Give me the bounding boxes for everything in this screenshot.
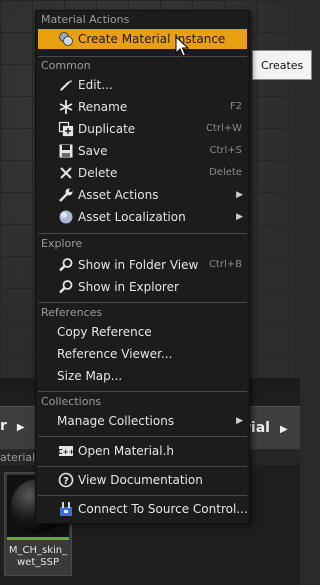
- filter-label: aterial: [0, 451, 36, 464]
- tooltip-text: Creates: [261, 59, 304, 72]
- menu-item-manage-collections[interactable]: Manage Collections ▶: [38, 411, 247, 431]
- menu-item-reference-viewer[interactable]: Reference Viewer...: [38, 344, 247, 364]
- menu-item-shortcut: Ctrl+W: [205, 123, 242, 134]
- menu-item-connect-to-source-control[interactable]: Connect To Source Control...: [38, 499, 248, 519]
- breadcrumb-segment-right[interactable]: rial ▶: [244, 420, 288, 436]
- section-header-material-actions: Material Actions: [41, 13, 130, 26]
- delete-icon: [58, 165, 74, 181]
- menu-separator: [38, 391, 247, 392]
- menu-item-label: Show in Explorer: [78, 280, 179, 294]
- menu-item-label: Asset Actions: [78, 188, 159, 202]
- save-icon: [58, 143, 74, 159]
- help-icon: ?: [58, 472, 74, 488]
- submenu-arrow-icon: ▶: [236, 212, 243, 222]
- cpp-file-icon: C++: [58, 443, 75, 459]
- globe-icon: [58, 209, 74, 225]
- menu-item-asset-localization[interactable]: Asset Localization ▶: [38, 207, 247, 227]
- menu-separator: [38, 233, 247, 234]
- menu-item-label: Asset Localization: [78, 210, 186, 224]
- breadcrumb-left-label: r: [0, 418, 7, 434]
- breadcrumb-arrow-icon[interactable]: ▶: [280, 424, 288, 435]
- menu-separator: [38, 302, 247, 303]
- menu-item-delete[interactable]: Delete Delete: [38, 163, 247, 183]
- submenu-arrow-icon: ▶: [236, 416, 243, 426]
- menu-item-label: Delete: [78, 166, 118, 180]
- menu-item-label: Save: [78, 144, 108, 158]
- wrench-icon: [58, 187, 74, 203]
- submenu-arrow-icon: ▶: [236, 190, 243, 200]
- menu-separator: [38, 495, 247, 496]
- menu-item-shortcut: Ctrl+S: [209, 145, 242, 156]
- section-header-references: References: [41, 306, 103, 319]
- svg-text:?: ?: [63, 476, 69, 487]
- menu-item-show-in-explorer[interactable]: Show in Explorer: [38, 277, 247, 297]
- menu-separator: [38, 466, 247, 467]
- asset-name-line1: M_CH_skin_: [8, 545, 68, 556]
- menu-item-label: Manage Collections: [57, 414, 175, 428]
- asset-type-color-bar: [7, 537, 69, 540]
- asset-name: M_CH_skin_ wet_SSP: [5, 545, 71, 569]
- menu-item-label: Reference Viewer...: [57, 347, 173, 361]
- menu-item-shortcut: F2: [229, 101, 242, 112]
- menu-item-label: Copy Reference: [57, 325, 152, 339]
- menu-item-asset-actions[interactable]: Asset Actions ▶: [38, 185, 247, 205]
- menu-separator: [38, 436, 247, 437]
- breadcrumb-arrow-icon[interactable]: ▶: [17, 422, 25, 433]
- menu-item-label: Size Map...: [57, 369, 123, 383]
- menu-item-edit[interactable]: Edit...: [38, 75, 247, 95]
- edit-icon: [58, 77, 74, 93]
- magnifier-icon: [58, 279, 74, 295]
- material-instance-icon: [58, 31, 74, 47]
- asset-name-line2: wet_SSP: [17, 557, 59, 568]
- menu-item-shortcut: Ctrl+B: [208, 259, 242, 270]
- menu-item-copy-reference[interactable]: Copy Reference: [38, 322, 247, 342]
- section-header-collections: Collections: [41, 395, 102, 408]
- rename-icon: [58, 99, 74, 115]
- menu-item-label: Show in Folder View: [78, 258, 199, 272]
- menu-item-rename[interactable]: Rename F2: [38, 97, 247, 117]
- magnifier-icon: [58, 257, 74, 273]
- menu-item-view-documentation[interactable]: ? View Documentation: [38, 470, 247, 490]
- menu-separator: [38, 56, 247, 57]
- menu-item-label: Duplicate: [78, 122, 136, 136]
- menu-item-shortcut: Delete: [209, 167, 242, 178]
- section-header-explore: Explore: [41, 237, 83, 250]
- breadcrumb-segment-left[interactable]: r ▶: [0, 418, 25, 434]
- duplicate-icon: [58, 121, 74, 137]
- menu-item-label: Open Material.h: [78, 444, 175, 458]
- menu-item-label: Rename: [78, 100, 128, 114]
- menu-item-label: View Documentation: [78, 473, 203, 487]
- menu-item-create-material-instance[interactable]: Create Material Instance: [38, 29, 247, 49]
- menu-item-show-in-folder-view[interactable]: Show in Folder View Ctrl+B: [38, 255, 247, 275]
- menu-item-size-map[interactable]: Size Map...: [38, 366, 247, 386]
- source-control-icon: [58, 501, 74, 517]
- menu-item-duplicate[interactable]: Duplicate Ctrl+W: [38, 119, 247, 139]
- mouse-cursor-icon: [175, 36, 189, 57]
- asset-context-menu: Material Actions Create Material Instanc…: [35, 10, 250, 524]
- tooltip: Creates: [252, 50, 312, 80]
- menu-item-label: Edit...: [78, 78, 113, 92]
- menu-item-label: Create Material Instance: [78, 32, 226, 46]
- svg-text:C++: C++: [58, 448, 74, 456]
- menu-item-open-material-h[interactable]: C++ Open Material.h: [38, 441, 247, 461]
- menu-item-label: Connect To Source Control...: [78, 502, 248, 516]
- menu-item-save[interactable]: Save Ctrl+S: [38, 141, 247, 161]
- section-header-common: Common: [41, 59, 91, 72]
